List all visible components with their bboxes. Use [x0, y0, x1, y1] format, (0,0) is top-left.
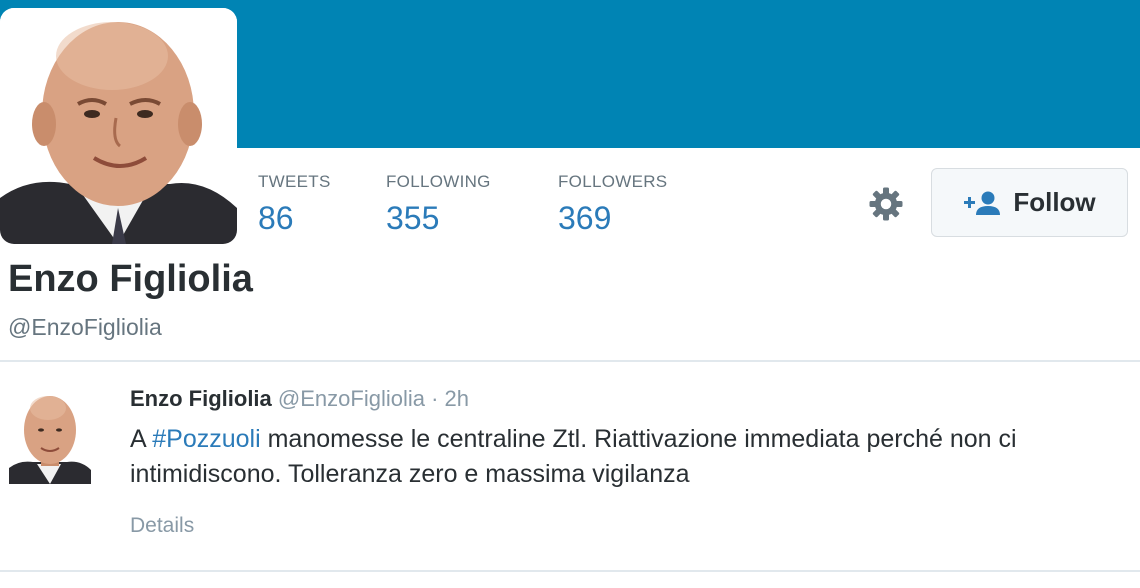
tweet-text-before: A [130, 425, 153, 453]
tweet-hashtag[interactable]: #Pozzuoli [152, 425, 260, 453]
stat-tweets-label: TWEETS [258, 172, 331, 191]
stat-tweets-value: 86 [258, 200, 294, 236]
tweet-avatar[interactable] [9, 388, 91, 484]
stat-following-label: FOLLOWING [386, 172, 491, 191]
tweet-details-link[interactable]: Details [130, 514, 194, 538]
tweet-separator: · [431, 386, 439, 411]
stat-followers-label: FOLLOWERS [558, 172, 668, 191]
tweet-header: Enzo Figliolia @EnzoFigliolia · 2h [130, 386, 469, 412]
profile-name[interactable]: Enzo Figliolia [8, 258, 253, 301]
stat-followers-value: 369 [558, 200, 612, 236]
tweet-timestamp[interactable]: 2h [445, 386, 469, 411]
profile-avatar[interactable] [0, 8, 237, 244]
divider-bottom [0, 570, 1140, 572]
gear-icon[interactable] [868, 186, 904, 222]
tweet-text-after: manomesse le centraline Ztl. Riattivazio… [130, 425, 1017, 488]
stat-following-value: 355 [386, 200, 440, 236]
tweet-handle[interactable]: @EnzoFigliolia [278, 386, 425, 411]
profile-photo [0, 8, 237, 244]
tweet-author[interactable]: Enzo Figliolia [130, 386, 272, 411]
tweet-avatar-photo [9, 388, 91, 484]
add-person-icon [964, 191, 1001, 215]
divider-top [0, 360, 1140, 362]
follow-label: Follow [1013, 187, 1096, 217]
tweet-text: A #Pozzuoli manomesse le centraline Ztl.… [130, 422, 1130, 492]
profile-handle[interactable]: @EnzoFigliolia [8, 314, 162, 341]
follow-button[interactable]: Follow [931, 168, 1128, 237]
